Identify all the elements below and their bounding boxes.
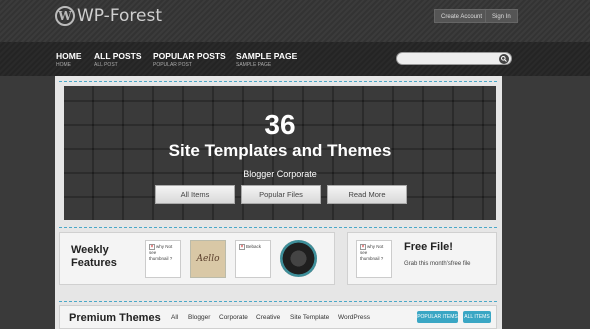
nav-item-label: HOME [56,51,82,61]
popular-items-button[interactable]: POPULAR ITEMS [417,311,458,323]
wordpress-icon: W [55,6,75,26]
hero-count: 36 [264,109,296,140]
logo-text: WP-Forest [77,6,162,26]
nav-item-sample-page[interactable]: SAMPLE PAGE SAMPLE PAGE [236,51,297,68]
premium-themes-title: Premium Themes [69,312,161,324]
broken-image-icon: × [239,244,245,250]
free-file-title: Free File! [404,241,453,253]
nav-item-home[interactable]: HOME HOME [56,51,82,68]
hero-title: Site Templates and Themes [168,141,392,160]
sign-in-button[interactable]: Sign In [485,9,518,23]
search-input[interactable] [396,52,512,65]
nav-item-sublabel: POPULAR POST [153,62,192,68]
filter-blogger[interactable]: Blogger [188,314,210,321]
top-bar: W WP-Forest Create Account Sign In [0,0,590,42]
all-items-pill-button[interactable]: ALL ITEMS [463,311,491,323]
nav-item-label: POPULAR POSTS [153,51,226,61]
filter-all[interactable]: All [171,314,178,321]
nav-item-sublabel: SAMPLE PAGE [236,62,272,68]
feature-thumbnail-aello[interactable]: Aello [190,240,226,278]
weekly-features-title: Weekly Features [71,244,117,269]
feature-thumbnail-disc[interactable] [280,240,317,277]
divider [59,227,497,228]
nav-item-label: ALL POSTS [94,51,142,61]
thumbnail-alt-text: Beback [246,244,262,249]
filter-site-template[interactable]: Site Template [290,314,329,321]
filter-wordpress[interactable]: WordPress [338,314,370,321]
nav-item-all-posts[interactable]: ALL POSTS ALL POST [94,51,142,68]
feature-thumbnail[interactable]: × why Not see thumbnail ? [145,240,181,278]
all-items-button[interactable]: All Items [155,185,235,204]
nav-item-sublabel: ALL POST [94,62,118,68]
divider [59,301,497,302]
thumbnail-logo-text: Aello [196,254,220,264]
hero-subtitle: Blogger Corporate [243,169,317,179]
nav-item-label: SAMPLE PAGE [236,51,298,61]
nav-item-popular-posts[interactable]: POPULAR POSTS POPULAR POST [153,51,226,68]
site-logo[interactable]: W WP-Forest [55,6,162,26]
create-account-button[interactable]: Create Account [434,9,490,23]
divider [59,81,497,82]
filter-corporate[interactable]: Corporate [219,314,248,321]
free-file-thumbnail[interactable]: × why Not see thumbnail ? [356,240,392,278]
free-file-description: Grab this month'sfree file [404,261,471,267]
popular-files-button[interactable]: Popular Files [241,185,321,204]
feature-thumbnail[interactable]: × Beback [235,240,271,278]
search-icon[interactable] [499,54,509,64]
filter-creative[interactable]: Creative [256,314,280,321]
read-more-button[interactable]: Read More [327,185,407,204]
nav-item-sublabel: HOME [56,62,71,68]
